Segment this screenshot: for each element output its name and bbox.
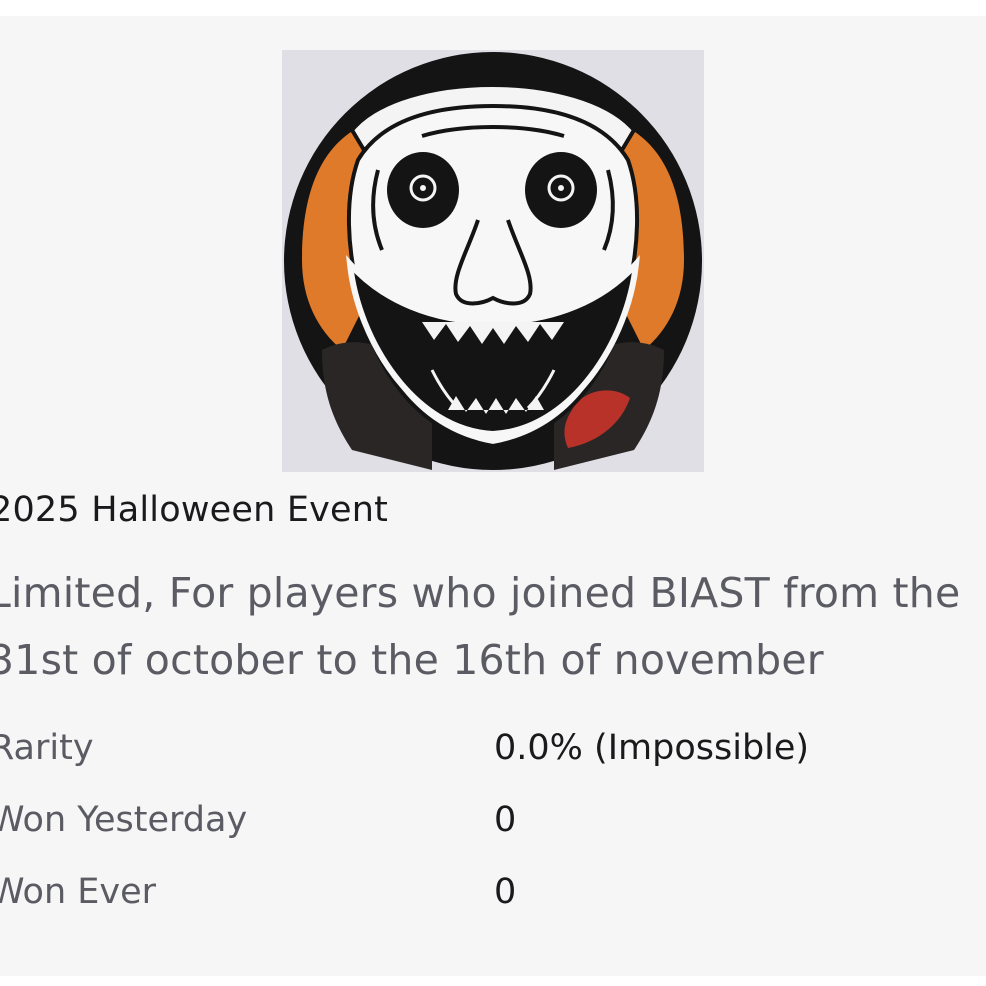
badge-title: 2025 Halloween Event: [0, 490, 389, 530]
badge-image: [282, 50, 704, 472]
stat-value: 0: [494, 872, 517, 912]
stat-row-won-yesterday: Won Yesterday 0: [0, 800, 970, 872]
badge-description: Limited, For players who joined BIAST fr…: [0, 569, 961, 684]
stat-label: Rarity: [0, 728, 94, 768]
stat-label: Won Ever: [0, 872, 157, 912]
stat-label: Won Yesterday: [0, 800, 248, 840]
badge-stats: Rarity 0.0% (Impossible) Won Yesterday 0…: [0, 728, 970, 944]
stat-row-won-ever: Won Ever 0: [0, 872, 970, 944]
stat-value: 0.0% (Impossible): [494, 728, 810, 768]
badge-details-card: 2025 Halloween Event Limited, For player…: [0, 16, 986, 976]
halloween-face-badge-icon: [284, 52, 702, 470]
stat-value: 0: [494, 800, 517, 840]
stat-row-rarity: Rarity 0.0% (Impossible): [0, 728, 970, 800]
